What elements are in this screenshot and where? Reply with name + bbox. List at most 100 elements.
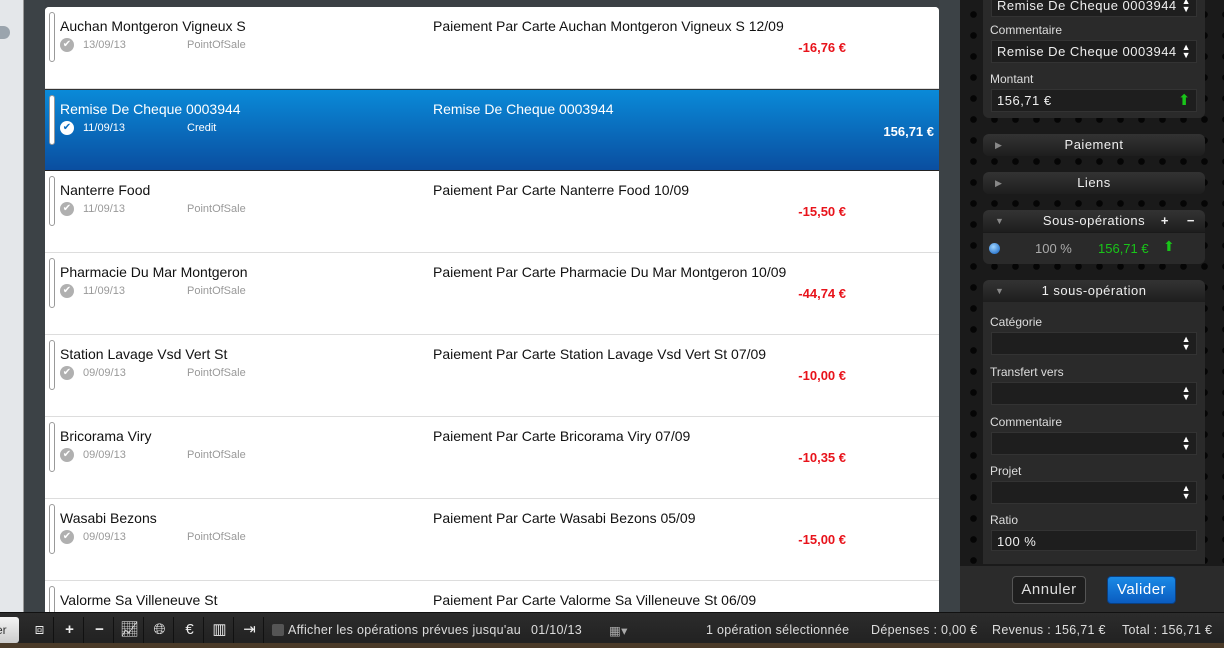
stepper-icon[interactable]: ▲ ▼ [1182,385,1191,402]
disclosure-down-icon: ▼ [995,286,1005,296]
row-handle [49,422,55,472]
operation-amount: -15,00 € [798,532,846,547]
validate-button[interactable]: Valider [1107,576,1176,604]
check-icon[interactable]: ✔ [60,202,74,216]
operation-type: PointOfSale [187,285,246,297]
stepper-icon[interactable]: ▲ ▼ [1182,335,1191,352]
operation-name: Nanterre Food [60,182,151,198]
projet-select[interactable]: ▲ ▼ [991,481,1197,504]
check-icon[interactable]: ✔ [60,366,74,380]
operation-name: Station Lavage Vsd Vert St [60,346,228,362]
montant-field[interactable]: 156,71 € ⬆ [991,89,1197,112]
row-handle [49,12,55,62]
operation-description: Paiement Par Carte Pharmacie Du Mar Mont… [433,264,787,280]
show-planned-checkbox[interactable] [272,624,284,636]
sidebar [0,0,24,612]
operation-description: Paiement Par Carte Wasabi Bezons 05/09 [433,510,696,526]
operation-name: Auchan Montgeron Vigneux S [60,18,246,34]
operation-type: PointOfSale [187,531,246,543]
operation-date: 11/09/13 [83,122,126,134]
operations-list: Auchan Montgeron Vigneux S ✔ 13/09/13 Po… [45,7,939,612]
operation-description: Paiement Par Carte Valorme Sa Villeneuve… [433,592,757,608]
section-title: Sous-opérations [1042,213,1146,228]
table-row[interactable]: Valorme Sa Villeneuve St ✔ Paiement Par … [45,581,939,612]
count-badge [0,26,10,39]
commentaire-value: Remise De Cheque 0003944 [997,44,1177,59]
operation-description: Paiement Par Carte Nanterre Food 10/09 [433,182,690,198]
table-row[interactable]: Auchan Montgeron Vigneux S ✔ 13/09/13 Po… [45,7,939,89]
remove-icon[interactable]: − [86,617,114,643]
columns-icon[interactable]: ▥ [206,617,234,643]
operation-type: Credit [187,122,217,134]
disclosure-right-icon: ▶ [995,178,1003,188]
sub-commentaire-field[interactable]: ▲ ▼ [991,432,1197,455]
add-icon[interactable]: + [1161,210,1169,232]
table-row[interactable]: Remise De Cheque 0003944 ✔ 11/09/13 Cred… [45,89,939,171]
remove-icon[interactable]: − [1187,210,1195,232]
currency-icon[interactable]: € [176,617,204,643]
libelle-field[interactable]: Remise De Cheque 0003944 ▲ ▼ [991,0,1197,17]
check-icon[interactable]: ✔ [60,38,74,52]
chart-icon[interactable]: 📈︎ [116,617,144,643]
arrow-up-icon: ⬆ [1177,92,1191,109]
stepper-icon[interactable]: ▲ ▼ [1182,484,1191,501]
operation-name: Wasabi Bezons [60,510,157,526]
libelle-value: Remise De Cheque 0003944 [997,0,1177,13]
row-handle [49,176,55,226]
montant-label: Montant [990,72,1034,86]
cancel-button[interactable]: Annuler [1012,576,1086,604]
row-handle [49,340,55,390]
add-icon[interactable]: + [56,617,84,643]
operation-date: 09/09/13 [83,531,126,543]
table-row[interactable]: Station Lavage Vsd Vert St ✔ 09/09/13 Po… [45,335,939,417]
stepper-icon[interactable]: ▲ ▼ [1182,0,1191,14]
commentaire-field[interactable]: Remise De Cheque 0003944 ▲ ▼ [991,40,1197,63]
stepper-icon[interactable]: ▲ ▼ [1182,435,1191,452]
categorie-select[interactable]: ▲ ▼ [991,332,1197,355]
operation-type: PointOfSale [187,203,246,215]
operation-type: PointOfSale [187,367,246,379]
operation-type: PointOfSale [187,449,246,461]
ratio-field[interactable]: 100 % [991,530,1197,551]
operation-amount: -10,35 € [798,450,846,465]
section-sous-operations[interactable]: ▼ Sous-opérations + − [983,210,1205,232]
projet-label: Projet [990,464,1022,478]
operation-description: Paiement Par Carte Station Lavage Vsd Ve… [433,346,767,362]
operation-name: Valorme Sa Villeneuve St [60,592,218,608]
check-icon[interactable]: ✔ [60,284,74,298]
operation-amount: -44,74 € [798,286,846,301]
operation-date: 09/09/13 [83,367,126,379]
check-icon[interactable]: ✔ [60,121,74,135]
operation-name: Bricorama Viry [60,428,152,444]
transfert-select[interactable]: ▲ ▼ [991,382,1197,405]
toggle-panel-icon[interactable]: ⧈ [26,617,54,643]
export-icon[interactable]: ⇥ [236,617,264,643]
check-icon[interactable]: ✔ [60,530,74,544]
section-paiement[interactable]: ▶ Paiement [983,134,1205,156]
montant-value: 156,71 € [997,93,1052,108]
sub-operation-row[interactable]: 100 % 156,71 € ⬆ [983,233,1205,264]
sidebar-button[interactable]: er [0,617,19,643]
gutter [24,0,45,612]
globe-icon[interactable]: 🌐︎ [146,617,174,643]
calendar-grid-icon[interactable]: ▦▾ [609,623,628,638]
table-row[interactable]: Wasabi Bezons ✔ 09/09/13 PointOfSale Pai… [45,499,939,581]
planned-date[interactable]: 01/10/13 [531,623,582,637]
commentaire-label: Commentaire [990,23,1063,37]
table-row[interactable]: Bricorama Viry ✔ 09/09/13 PointOfSale Pa… [45,417,939,499]
section-liens[interactable]: ▶ Liens [983,172,1205,194]
table-row[interactable]: Pharmacie Du Mar Montgeron ✔ 11/09/13 Po… [45,253,939,335]
check-icon[interactable]: ✔ [60,448,74,462]
detail-panel: Remise De Cheque 0003944 ▲ ▼ Commentaire R… [960,0,1224,566]
section-title: Paiement [1064,137,1124,152]
operation-amount: -10,00 € [798,368,846,383]
operation-name: Remise De Cheque 0003944 [60,101,241,117]
stepper-icon[interactable]: ▲ ▼ [1182,43,1191,60]
section-sous-operation[interactable]: ▼ 1 sous-opération [983,280,1205,302]
gutter-right [939,0,960,612]
status-dot-icon [989,243,1000,254]
ratio-label: Ratio [990,513,1019,527]
table-row[interactable]: Nanterre Food ✔ 11/09/13 PointOfSale Pai… [45,171,939,253]
operation-date: 13/09/13 [83,39,126,51]
operation-date: 09/09/13 [83,449,126,461]
